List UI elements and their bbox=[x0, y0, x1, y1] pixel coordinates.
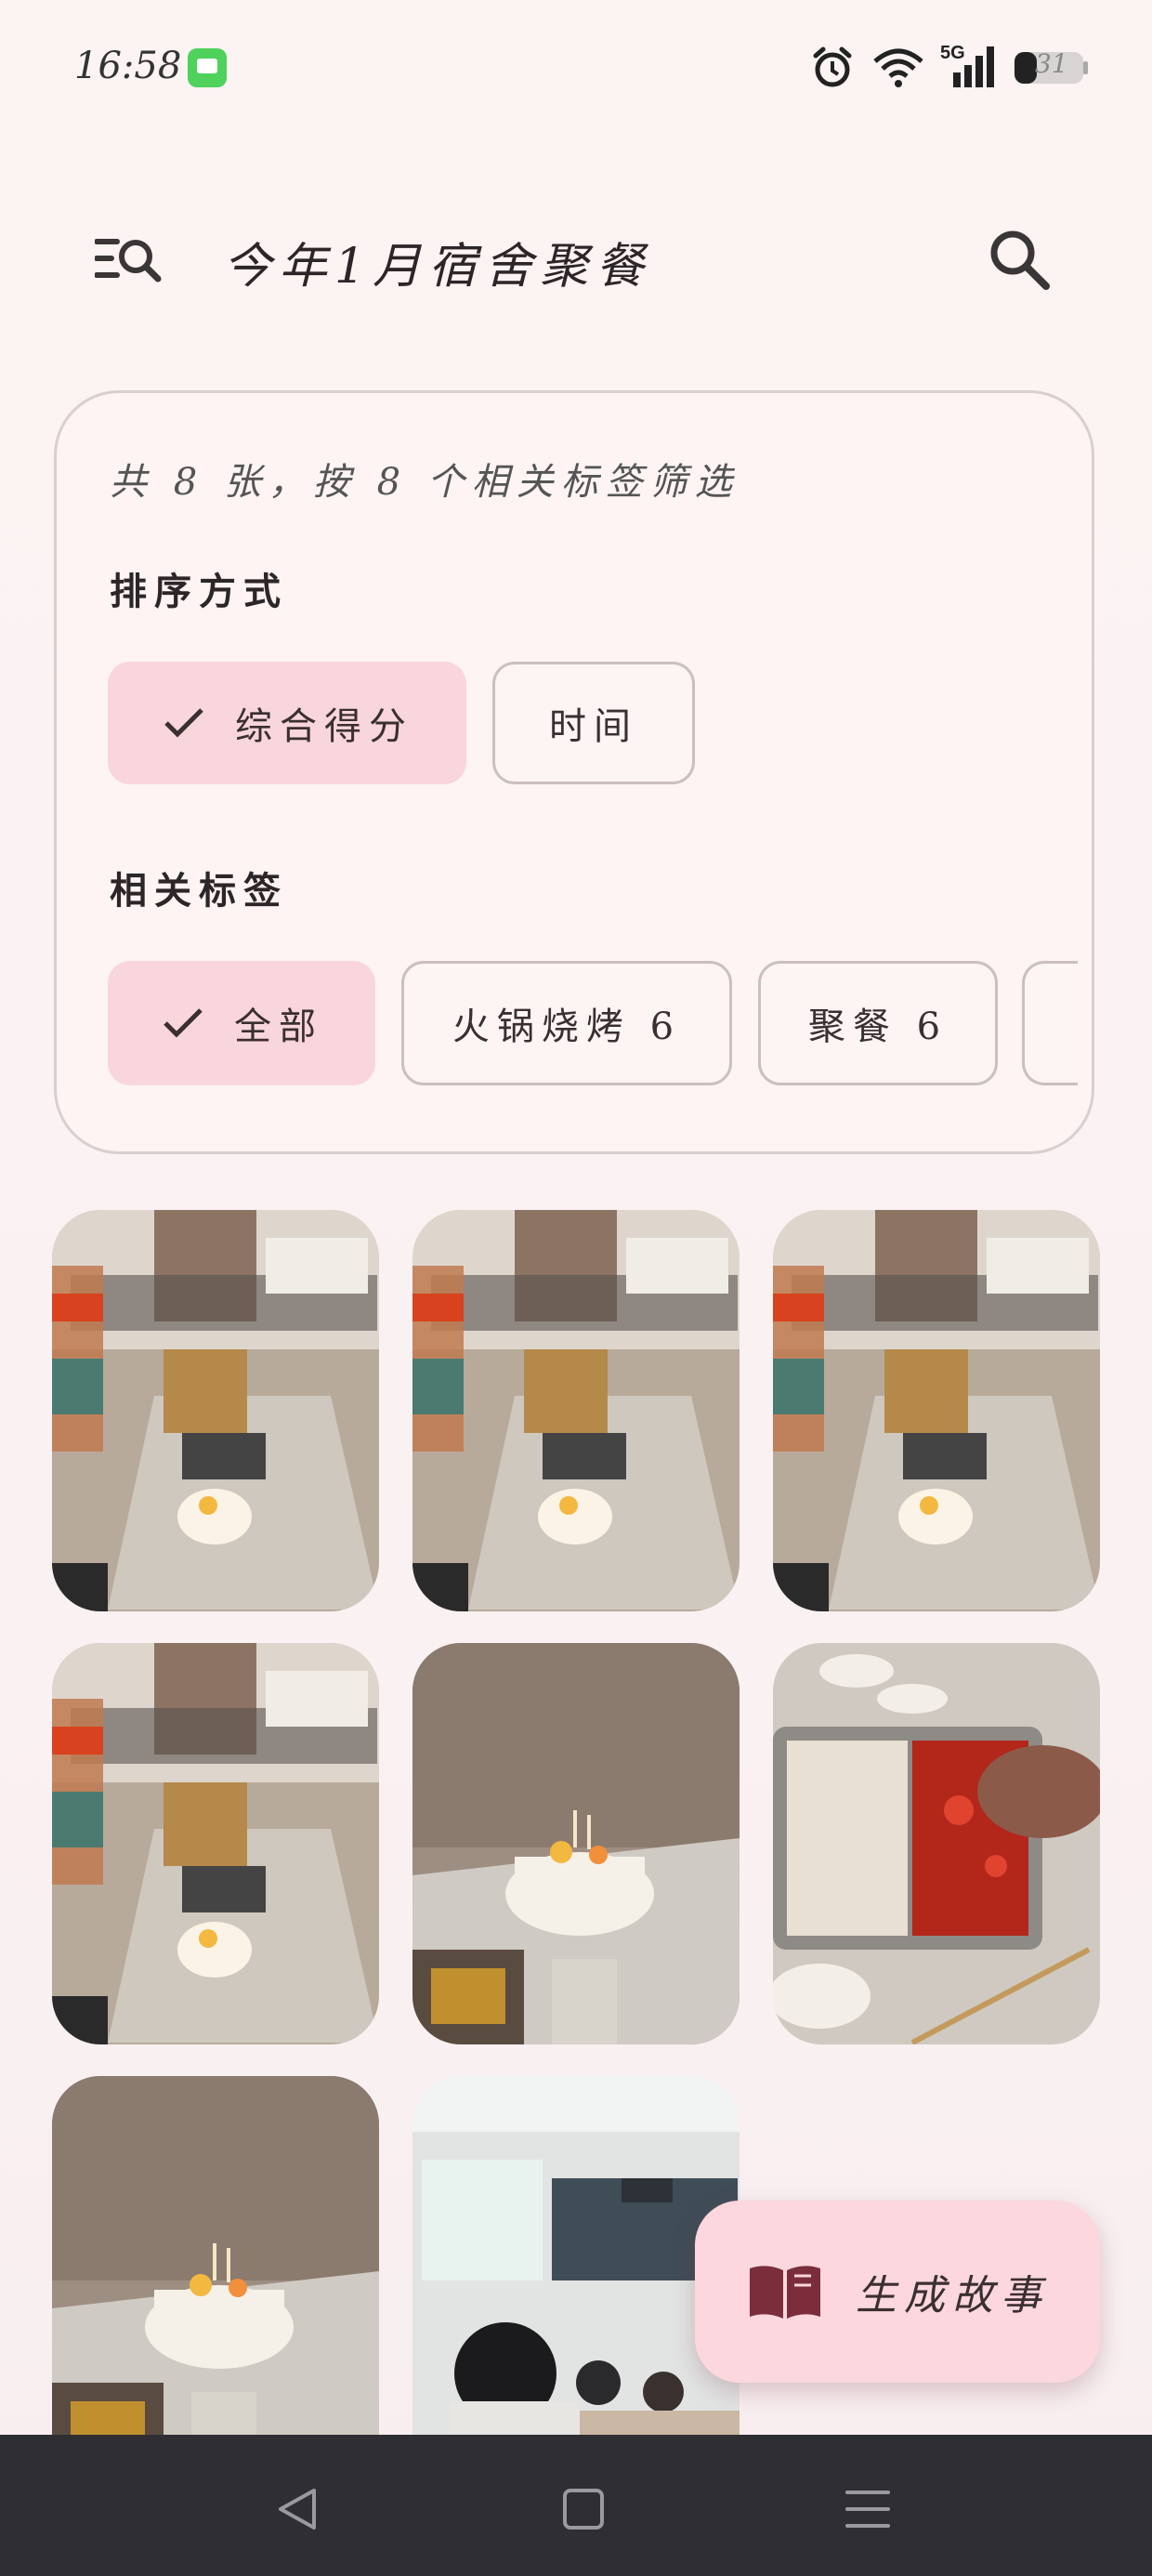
photo-thumbnail[interactable] bbox=[773, 1643, 1100, 2044]
search-icon[interactable] bbox=[987, 227, 1052, 292]
photo-thumbnail[interactable] bbox=[412, 1643, 740, 2044]
message-notification-icon bbox=[188, 48, 227, 87]
sort-chip-composite-score[interactable]: 综合得分 bbox=[108, 662, 466, 784]
battery-level: 31 bbox=[1035, 48, 1068, 79]
generate-story-label: 生成故事 bbox=[856, 2272, 1049, 2320]
menu-search-icon[interactable] bbox=[95, 234, 162, 286]
tag-chip-label: 火锅烧烤 6 bbox=[452, 1005, 682, 1048]
filter-summary: 共 8 张，按 8 个相关标签筛选 bbox=[110, 461, 740, 504]
sort-chip-label: 综合得分 bbox=[235, 705, 413, 748]
tag-chip-hotpot-bbq[interactable]: 火锅烧烤 6 bbox=[401, 961, 732, 1085]
photo-thumbnail[interactable] bbox=[52, 1643, 379, 2044]
home-icon[interactable] bbox=[546, 2472, 621, 2546]
book-icon bbox=[750, 2266, 820, 2319]
generate-story-button[interactable]: 生成故事 bbox=[695, 2201, 1100, 2383]
tag-chip-dinner[interactable]: 聚餐 6 bbox=[758, 961, 998, 1085]
check-icon bbox=[164, 708, 203, 738]
page-title: 今年1月宿舍聚餐 bbox=[223, 239, 652, 295]
check-icon bbox=[164, 1008, 203, 1038]
tags-heading: 相关标签 bbox=[110, 869, 288, 913]
recents-icon[interactable] bbox=[831, 2472, 905, 2546]
sort-heading: 排序方式 bbox=[110, 570, 288, 613]
tag-chip-all[interactable]: 全部 bbox=[108, 961, 375, 1085]
tag-chip-overflow[interactable] bbox=[1022, 961, 1078, 1085]
alarm-icon bbox=[813, 46, 852, 87]
tag-chip-label: 全部 bbox=[234, 1005, 323, 1048]
signal-icon bbox=[953, 46, 994, 87]
tag-chip-label: 聚餐 6 bbox=[807, 1005, 949, 1048]
photo-thumbnail[interactable] bbox=[412, 1210, 740, 1611]
photo-thumbnail[interactable] bbox=[773, 1210, 1100, 1611]
sort-chip-time[interactable]: 时间 bbox=[492, 662, 695, 784]
status-time: 16:58 bbox=[74, 45, 182, 87]
photo-thumbnail[interactable] bbox=[412, 2076, 740, 2435]
back-icon[interactable] bbox=[262, 2472, 336, 2546]
wifi-icon bbox=[873, 48, 923, 87]
photo-thumbnail[interactable] bbox=[52, 1210, 379, 1611]
photo-thumbnail[interactable] bbox=[52, 2076, 379, 2435]
sort-chip-label: 时间 bbox=[549, 705, 638, 748]
